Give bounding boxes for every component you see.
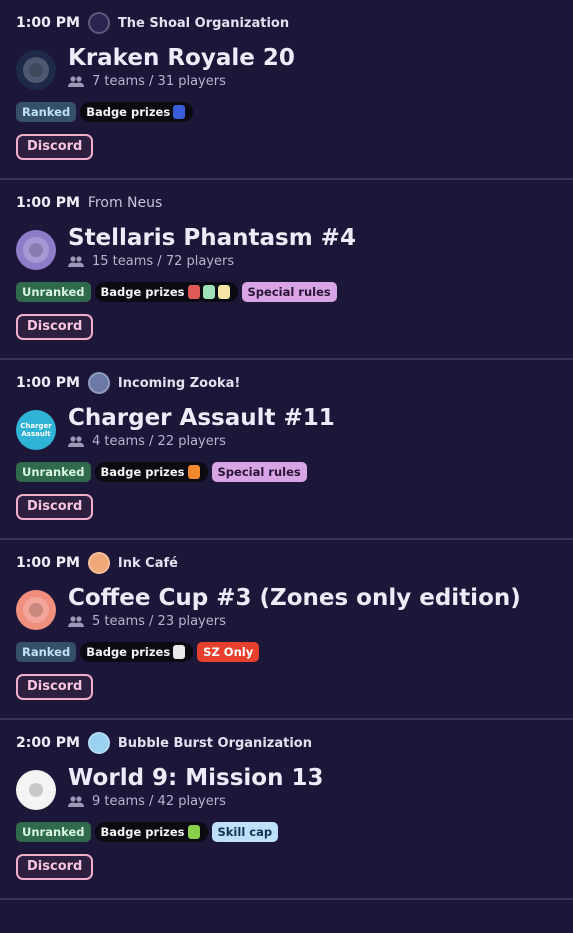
prize-badge-icon <box>187 465 200 479</box>
users-icon <box>68 615 84 627</box>
organization-logo-icon[interactable] <box>87 552 110 574</box>
tournament-logo-icon[interactable] <box>16 50 56 90</box>
ranked-badge: Unranked <box>16 822 91 842</box>
tournament-info: Stellaris Phantasm #4 15 teams / 72 playe… <box>68 224 356 269</box>
tournament-logo-icon[interactable] <box>16 590 56 630</box>
users-icon <box>68 435 84 447</box>
team-count: 4 teams / 22 players <box>68 434 335 449</box>
tournament-main: Coffee Cup #3 (Zones only edition) 5 team… <box>16 584 557 630</box>
organization-logo-icon[interactable] <box>87 732 110 754</box>
users-icon <box>68 255 84 267</box>
tournament-info: Coffee Cup #3 (Zones only edition) 5 team… <box>68 584 521 629</box>
team-count-text: 4 teams / 22 players <box>92 434 226 449</box>
tournament-card[interactable]: 1:00 PM Incoming Zooka! Charger Assault Cha… <box>0 360 573 540</box>
ranked-badge: Ranked <box>16 642 77 662</box>
card-header: 2:00 PM Bubble Burst Organization <box>16 732 557 754</box>
tournament-title[interactable]: World 9: Mission 13 <box>68 764 323 792</box>
tournament-logo-icon[interactable] <box>16 230 56 270</box>
team-count: 9 teams / 42 players <box>68 794 323 809</box>
ranked-badge: Ranked <box>16 102 77 122</box>
discord-button[interactable]: Discord <box>16 134 94 160</box>
prize-badge-icon <box>187 285 200 299</box>
organization-name[interactable]: Bubble Burst Organization <box>118 736 312 751</box>
team-count: 15 teams / 72 players <box>68 254 356 269</box>
ranked-badge: Unranked <box>16 462 91 482</box>
badge-prizes-label: Badge prizes <box>100 465 185 479</box>
organization-name[interactable]: From Neus <box>88 195 162 211</box>
card-header: 1:00 PM Ink Café <box>16 552 557 574</box>
special-badge: Special rules <box>211 462 307 482</box>
prize-badge-icon <box>173 645 186 659</box>
tournament-card[interactable]: 1:00 PM The Shoal Organization Kraken Roya… <box>0 0 573 180</box>
team-count-text: 5 teams / 23 players <box>92 614 226 629</box>
tournament-title[interactable]: Kraken Royale 20 <box>68 44 295 72</box>
tournament-title[interactable]: Charger Assault #11 <box>68 404 335 432</box>
tournament-logo-text: Charger Assault <box>20 422 52 438</box>
ranked-badge: Unranked <box>16 282 91 302</box>
tag-list: Ranked Badge prizes <box>16 102 346 122</box>
organization-logo-icon[interactable] <box>87 372 110 394</box>
card-header: 1:00 PM The Shoal Organization <box>16 12 557 34</box>
tournament-info: World 9: Mission 13 9 teams / 42 players <box>68 764 323 809</box>
tag-list: Unranked Badge prizes Skill cap <box>16 822 346 842</box>
tournament-card[interactable]: 1:00 PM Ink Café Coffee Cup #3 (Zones only… <box>0 540 573 720</box>
tournament-info: Charger Assault #11 4 teams / 22 players <box>68 404 335 449</box>
card-header: 1:00 PM Incoming Zooka! <box>16 372 557 394</box>
users-icon <box>68 75 84 87</box>
discord-button[interactable]: Discord <box>16 854 94 880</box>
badge-prizes-tag: Badge prizes <box>80 102 194 122</box>
start-time: 2:00 PM <box>16 735 80 751</box>
badge-prizes-label: Badge prizes <box>100 285 185 299</box>
card-header: 1:00 PM From Neus <box>16 192 557 214</box>
tournament-logo-icon[interactable] <box>16 770 56 810</box>
special-badge: Special rules <box>241 282 337 302</box>
users-icon <box>68 795 84 807</box>
badge-prizes-label: Badge prizes <box>86 645 171 659</box>
tournament-logo-icon[interactable]: Charger Assault <box>16 410 56 450</box>
tournament-info: Kraken Royale 20 7 teams / 31 players <box>68 44 295 89</box>
badge-prizes-tag: Badge prizes <box>80 642 194 662</box>
prize-badge-icon <box>187 825 200 839</box>
tag-list: Unranked Badge prizes Special rules <box>16 282 346 302</box>
badge-prizes-tag: Badge prizes <box>94 282 238 302</box>
team-count: 5 teams / 23 players <box>68 614 521 629</box>
organization-name[interactable]: Ink Café <box>118 556 178 571</box>
prize-badge-icon <box>217 285 230 299</box>
organization-name[interactable]: The Shoal Organization <box>118 16 289 31</box>
badge-prizes-tag: Badge prizes <box>94 462 208 482</box>
sz-badge: SZ Only <box>197 642 260 662</box>
badge-prizes-tag: Badge prizes <box>94 822 208 842</box>
team-count-text: 15 teams / 72 players <box>92 254 235 269</box>
badge-prizes-label: Badge prizes <box>100 825 185 839</box>
tournament-main: Kraken Royale 20 7 teams / 31 players <box>16 44 557 90</box>
tournament-title[interactable]: Stellaris Phantasm #4 <box>68 224 356 252</box>
discord-button[interactable]: Discord <box>16 674 94 700</box>
tournament-main: Charger Assault Charger Assault #11 4 team… <box>16 404 557 450</box>
skillcap-badge: Skill cap <box>211 822 279 842</box>
tournament-title[interactable]: Coffee Cup #3 (Zones only edition) <box>68 584 521 612</box>
start-time: 1:00 PM <box>16 195 80 211</box>
tournament-card[interactable]: 1:00 PM From Neus Stellaris Phantasm #4 15 … <box>0 180 573 360</box>
tag-list: Unranked Badge prizes Special rules <box>16 462 346 482</box>
tournament-main: Stellaris Phantasm #4 15 teams / 72 playe… <box>16 224 557 270</box>
tag-list: Ranked Badge prizes SZ Only <box>16 642 346 662</box>
organization-logo-icon[interactable] <box>87 12 110 34</box>
tournament-card[interactable]: 2:00 PM Bubble Burst Organization World 9:… <box>0 720 573 900</box>
tournament-main: World 9: Mission 13 9 teams / 42 players <box>16 764 557 810</box>
badge-prizes-label: Badge prizes <box>86 105 171 119</box>
start-time: 1:00 PM <box>16 555 80 571</box>
discord-button[interactable]: Discord <box>16 314 94 340</box>
start-time: 1:00 PM <box>16 15 80 31</box>
team-count: 7 teams / 31 players <box>68 74 295 89</box>
discord-button[interactable]: Discord <box>16 494 94 520</box>
team-count-text: 7 teams / 31 players <box>92 74 226 89</box>
prize-badge-icon <box>202 285 215 299</box>
tournament-list: 1:00 PM The Shoal Organization Kraken Roya… <box>0 0 573 900</box>
team-count-text: 9 teams / 42 players <box>92 794 226 809</box>
organization-name[interactable]: Incoming Zooka! <box>118 376 240 391</box>
start-time: 1:00 PM <box>16 375 80 391</box>
prize-badge-icon <box>173 105 186 119</box>
